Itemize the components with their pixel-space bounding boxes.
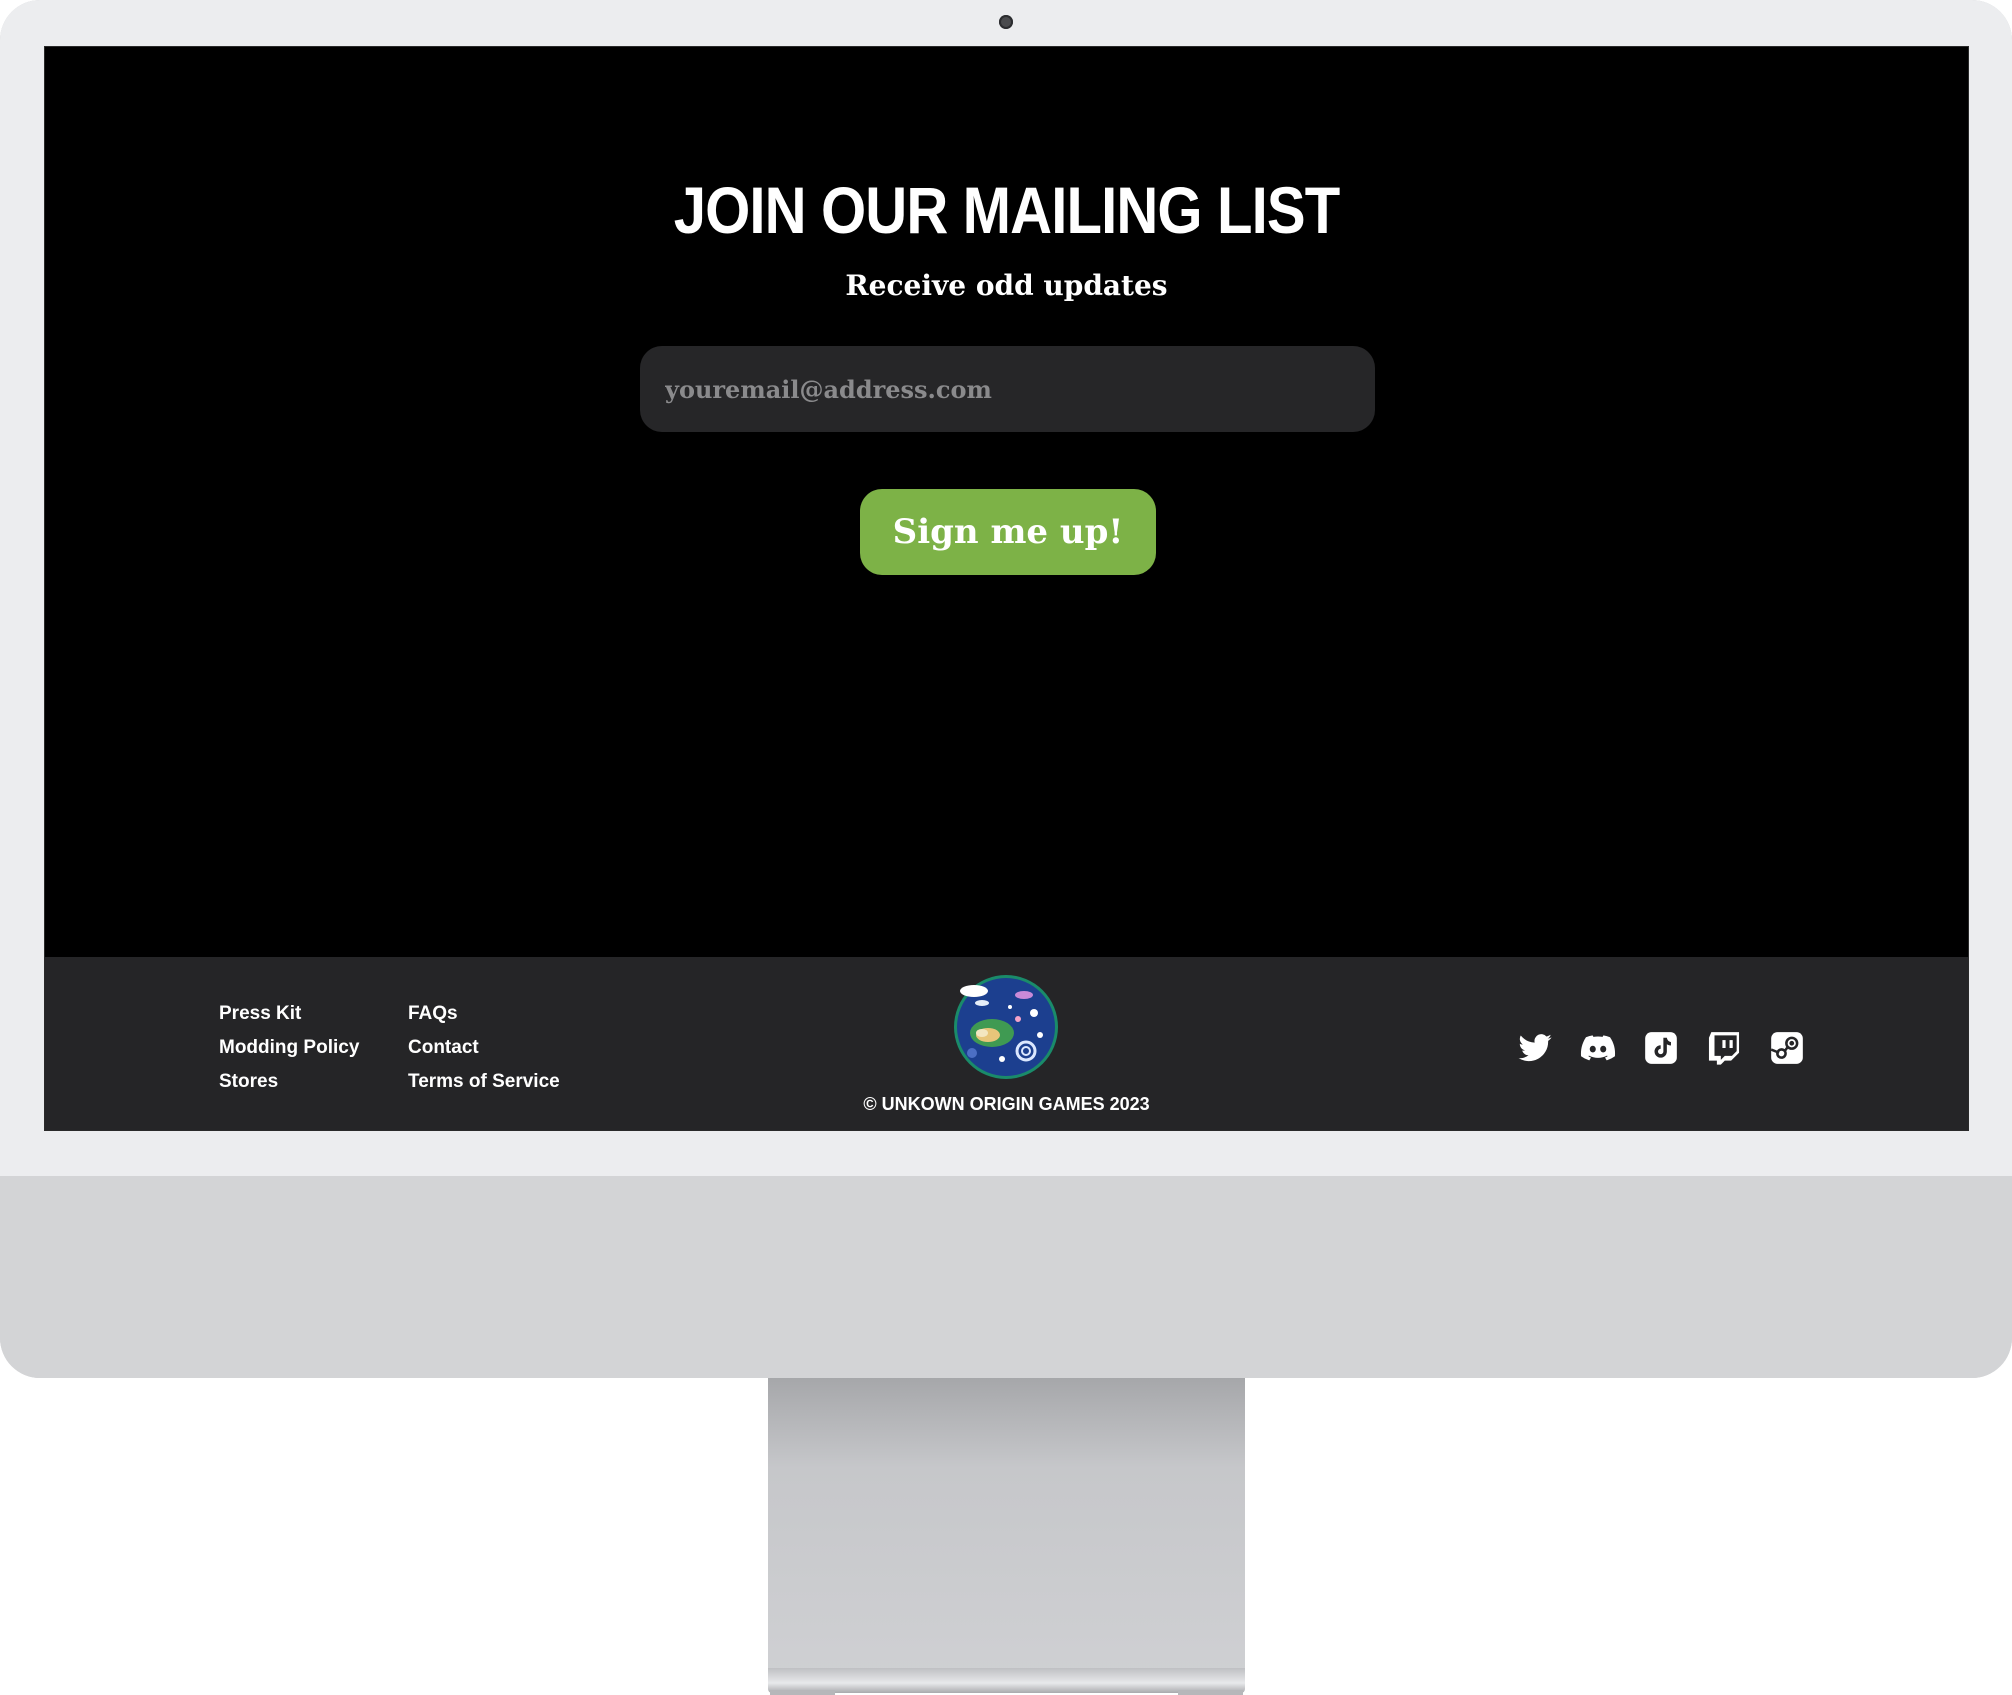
screen: JOIN OUR MAILING LIST Receive odd update… [44, 46, 1969, 1131]
tiktok-icon[interactable] [1642, 1029, 1680, 1067]
monitor-stand [768, 1378, 1245, 1678]
page-title: JOIN OUR MAILING LIST [673, 173, 1340, 247]
footer-link-faqs[interactable]: FAQs [408, 997, 560, 1031]
signup-button[interactable]: Sign me up! [860, 489, 1156, 575]
twitch-icon[interactable] [1705, 1029, 1743, 1067]
footer-link-modding-policy[interactable]: Modding Policy [219, 1031, 359, 1065]
footer-links-column-2: FAQs Contact Terms of Service [408, 997, 560, 1099]
monitor-stand-foot [768, 1668, 1245, 1693]
monitor-chin [0, 1176, 2012, 1378]
mailing-list-section: JOIN OUR MAILING LIST Receive odd update… [45, 47, 1968, 957]
footer-links-column-1: Press Kit Modding Policy Stores [219, 997, 359, 1099]
stand-pad-right [1178, 1690, 1243, 1695]
email-field[interactable] [640, 346, 1375, 432]
copyright-text: © UNKOWN ORIGIN GAMES 2023 [863, 1094, 1150, 1114]
social-links [1516, 1029, 1806, 1067]
page-subtitle: Receive odd updates [845, 269, 1168, 302]
footer-link-contact[interactable]: Contact [408, 1031, 560, 1065]
site-footer: Press Kit Modding Policy Stores FAQs Con… [45, 957, 1968, 1130]
planet-logo[interactable] [952, 973, 1060, 1081]
discord-icon[interactable] [1579, 1029, 1617, 1067]
twitter-icon[interactable] [1516, 1029, 1554, 1067]
footer-link-press-kit[interactable]: Press Kit [219, 997, 359, 1031]
stand-pad-left [770, 1690, 835, 1695]
monitor-frame: JOIN OUR MAILING LIST Receive odd update… [0, 0, 2012, 1378]
camera-icon [999, 15, 1013, 29]
steam-icon[interactable] [1768, 1029, 1806, 1067]
